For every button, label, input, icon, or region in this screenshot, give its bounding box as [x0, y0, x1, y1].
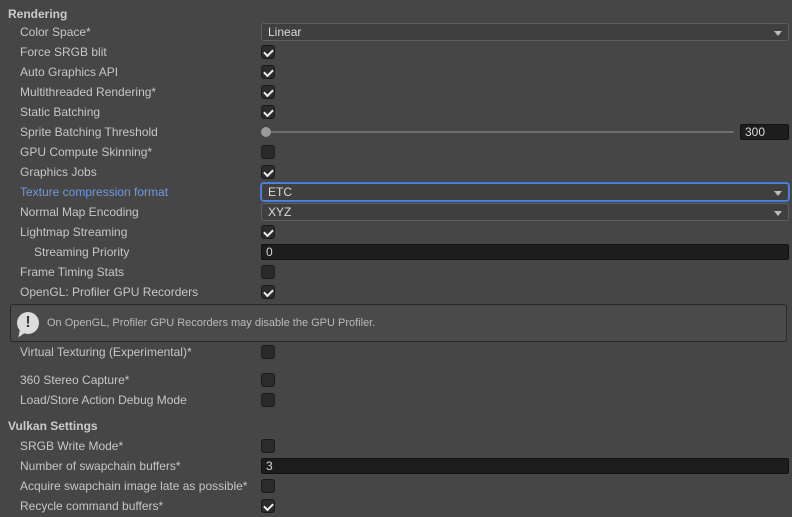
streaming-priority-label: Streaming Priority: [0, 245, 261, 259]
acquire-swapchain-image-late-label: Acquire swapchain image late as possible…: [0, 479, 261, 493]
chevron-down-icon: [774, 191, 782, 196]
multithreaded-rendering-checkbox[interactable]: [261, 85, 275, 99]
recycle-command-buffers-checkbox[interactable]: [261, 499, 275, 513]
texture-compression-format-value: ETC: [268, 185, 292, 199]
row-texture-compression-format: Texture compression format ETC: [0, 182, 792, 202]
opengl-profiler-gpu-recorders-checkbox[interactable]: [261, 285, 275, 299]
row-multithreaded-rendering: Multithreaded Rendering*: [0, 82, 792, 102]
frame-timing-stats-label: Frame Timing Stats: [0, 265, 261, 279]
number-of-swapchain-buffers-input[interactable]: 3: [261, 458, 789, 474]
360-stereo-capture-checkbox[interactable]: [261, 373, 275, 387]
row-sprite-batching-threshold: Sprite Batching Threshold 300: [0, 122, 792, 142]
row-gpu-compute-skinning: GPU Compute Skinning*: [0, 142, 792, 162]
chevron-down-icon: [774, 211, 782, 216]
frame-timing-stats-checkbox[interactable]: [261, 265, 275, 279]
auto-graphics-api-label: Auto Graphics API: [0, 65, 261, 79]
row-auto-graphics-api: Auto Graphics API: [0, 62, 792, 82]
force-srgb-blit-label: Force SRGB blit: [0, 45, 261, 59]
row-force-srgb-blit: Force SRGB blit: [0, 42, 792, 62]
normal-map-encoding-label: Normal Map Encoding: [0, 205, 261, 219]
row-360-stereo-capture: 360 Stereo Capture*: [0, 370, 792, 390]
graphics-jobs-checkbox[interactable]: [261, 165, 275, 179]
number-of-swapchain-buffers-label: Number of swapchain buffers*: [0, 459, 261, 473]
sprite-batching-threshold-slider[interactable]: [261, 123, 734, 141]
row-opengl-profiler-gpu-recorders: OpenGL: Profiler GPU Recorders: [0, 282, 792, 302]
row-streaming-priority: Streaming Priority 0: [0, 242, 792, 262]
srgb-write-mode-label: SRGB Write Mode*: [0, 439, 261, 453]
info-icon: !: [17, 312, 39, 334]
slider-track: [263, 131, 734, 133]
row-color-space: Color Space* Linear: [0, 22, 792, 42]
chevron-down-icon: [774, 31, 782, 36]
srgb-write-mode-checkbox[interactable]: [261, 439, 275, 453]
load-store-action-debug-mode-checkbox[interactable]: [261, 393, 275, 407]
virtual-texturing-checkbox[interactable]: [261, 345, 275, 359]
row-static-batching: Static Batching: [0, 102, 792, 122]
color-space-label: Color Space*: [0, 25, 261, 39]
row-load-store-action-debug-mode: Load/Store Action Debug Mode: [0, 390, 792, 410]
helpbox: ! On OpenGL, Profiler GPU Recorders may …: [10, 304, 787, 342]
section-header-vulkan-settings: Vulkan Settings: [0, 418, 792, 434]
section-header-rendering: Rendering: [0, 6, 792, 22]
color-space-dropdown[interactable]: Linear: [261, 23, 789, 41]
texture-compression-format-dropdown[interactable]: ETC: [261, 183, 789, 201]
recycle-command-buffers-label: Recycle command buffers*: [0, 499, 261, 513]
static-batching-checkbox[interactable]: [261, 105, 275, 119]
sprite-batching-threshold-input[interactable]: 300: [740, 124, 789, 140]
player-settings-rendering-panel: Rendering Color Space* Linear Force SRGB…: [0, 0, 792, 517]
lightmap-streaming-label: Lightmap Streaming: [0, 225, 261, 239]
row-srgb-write-mode: SRGB Write Mode*: [0, 436, 792, 456]
texture-compression-format-label: Texture compression format: [0, 185, 261, 199]
row-lightmap-streaming: Lightmap Streaming: [0, 222, 792, 242]
normal-map-encoding-dropdown[interactable]: XYZ: [261, 203, 789, 221]
load-store-action-debug-mode-label: Load/Store Action Debug Mode: [0, 393, 261, 407]
streaming-priority-input[interactable]: 0: [261, 244, 789, 260]
acquire-swapchain-image-late-checkbox[interactable]: [261, 479, 275, 493]
row-frame-timing-stats: Frame Timing Stats: [0, 262, 792, 282]
auto-graphics-api-checkbox[interactable]: [261, 65, 275, 79]
row-virtual-texturing: Virtual Texturing (Experimental)*: [0, 342, 792, 362]
opengl-profiler-gpu-recorders-label: OpenGL: Profiler GPU Recorders: [0, 285, 261, 299]
row-recycle-command-buffers: Recycle command buffers*: [0, 496, 792, 516]
helpbox-text: On OpenGL, Profiler GPU Recorders may di…: [47, 317, 375, 329]
sprite-batching-threshold-label: Sprite Batching Threshold: [0, 125, 261, 139]
graphics-jobs-label: Graphics Jobs: [0, 165, 261, 179]
360-stereo-capture-label: 360 Stereo Capture*: [0, 373, 261, 387]
slider-handle[interactable]: [261, 127, 271, 137]
virtual-texturing-label: Virtual Texturing (Experimental)*: [0, 345, 261, 359]
row-normal-map-encoding: Normal Map Encoding XYZ: [0, 202, 792, 222]
color-space-value: Linear: [268, 25, 301, 39]
row-acquire-swapchain-image-late: Acquire swapchain image late as possible…: [0, 476, 792, 496]
gpu-compute-skinning-checkbox[interactable]: [261, 145, 275, 159]
multithreaded-rendering-label: Multithreaded Rendering*: [0, 85, 261, 99]
static-batching-label: Static Batching: [0, 105, 261, 119]
lightmap-streaming-checkbox[interactable]: [261, 225, 275, 239]
normal-map-encoding-value: XYZ: [268, 205, 291, 219]
row-number-of-swapchain-buffers: Number of swapchain buffers* 3: [0, 456, 792, 476]
gpu-compute-skinning-label: GPU Compute Skinning*: [0, 145, 261, 159]
row-graphics-jobs: Graphics Jobs: [0, 162, 792, 182]
force-srgb-blit-checkbox[interactable]: [261, 45, 275, 59]
